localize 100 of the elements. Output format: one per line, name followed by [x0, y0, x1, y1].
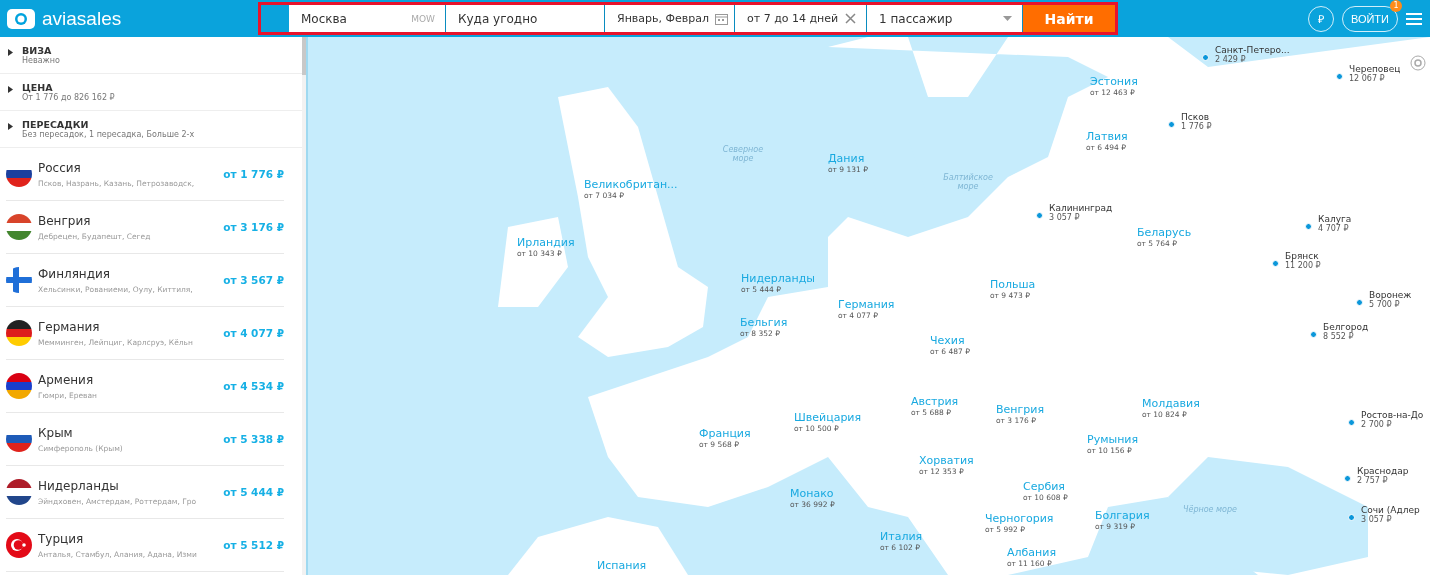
country-label[interactable]: Италия [880, 530, 923, 543]
country-label[interactable]: Черногория [985, 512, 1054, 525]
price-label: 1 776 ₽ [1181, 122, 1212, 131]
calendar-icon [715, 12, 728, 25]
city-label[interactable]: Санкт-Петеро... [1215, 45, 1290, 55]
logo-text: aviasales [42, 7, 122, 30]
price-label: 2 429 ₽ [1215, 55, 1246, 64]
country-name[interactable]: Турция [38, 531, 218, 546]
city-pin[interactable] [1310, 331, 1317, 338]
country-label[interactable]: Бельгия [740, 316, 788, 329]
flag-icon [6, 214, 32, 240]
sea-label: Северное море [721, 145, 765, 163]
locate-icon[interactable] [1410, 55, 1426, 71]
city-label[interactable]: Калуга [1318, 214, 1352, 224]
country-label[interactable]: Албания [1007, 546, 1057, 559]
country-label[interactable]: Испания [597, 559, 647, 572]
price-label: 4 707 ₽ [1318, 224, 1349, 233]
country-label[interactable]: Беларусь [1137, 226, 1192, 239]
filter-value: От 1 776 до 826 162 ₽ [22, 93, 115, 102]
close-icon[interactable] [845, 13, 856, 24]
filter-value: Неважно [22, 56, 60, 65]
menu-icon[interactable] [1406, 12, 1422, 25]
city-pin[interactable] [1336, 73, 1343, 80]
city-pin[interactable] [1168, 121, 1175, 128]
price-link[interactable]: от 5 512 ₽ [223, 539, 284, 551]
city-label[interactable]: Калининград [1049, 203, 1113, 213]
origin-field[interactable]: Москва MOW [289, 5, 446, 32]
price-link[interactable]: от 3 176 ₽ [223, 221, 284, 233]
city-pin[interactable] [1272, 260, 1279, 267]
price-link[interactable]: от 4 534 ₽ [223, 380, 284, 392]
filter-title: ЦЕНА [22, 82, 53, 93]
filter-title: ПЕРЕСАДКИ [22, 119, 90, 130]
country-label[interactable]: Латвия [1086, 130, 1128, 143]
country-label[interactable]: Хорватия [919, 454, 974, 467]
city-pin[interactable] [1305, 223, 1312, 230]
duration-field[interactable]: от 7 до 14 дней [735, 5, 867, 32]
scrollbar-thumb[interactable] [302, 37, 306, 75]
country-name[interactable]: Германия [38, 319, 218, 334]
flag-icon [6, 267, 32, 293]
city-pin[interactable] [1344, 475, 1351, 482]
country-label[interactable]: Эстония [1090, 75, 1138, 88]
search-button[interactable]: Найти [1023, 5, 1115, 32]
price-label: 2 757 ₽ [1357, 476, 1388, 485]
country-label[interactable]: Великобритан... [584, 178, 678, 191]
country-label[interactable]: Франция [699, 427, 751, 440]
country-label[interactable]: Польша [990, 278, 1036, 291]
price-label: 3 057 ₽ [1361, 515, 1392, 524]
logo-icon [6, 7, 36, 30]
city-pin[interactable] [1348, 419, 1355, 426]
passengers-dropdown[interactable]: 1 пассажир [867, 5, 1023, 32]
price-label: 3 057 ₽ [1049, 213, 1080, 222]
price-link[interactable]: от 4 077 ₽ [223, 327, 284, 339]
city-label[interactable]: Белгород [1323, 322, 1369, 332]
sea-label: Чёрное море [1182, 505, 1238, 514]
city-label[interactable]: Сочи (Адлер [1361, 505, 1420, 515]
country-label[interactable]: Румыния [1087, 433, 1139, 446]
dates-field[interactable]: Январь, Феврал [605, 5, 735, 32]
country-name[interactable]: Крым [38, 425, 218, 440]
country-label[interactable]: Болгария [1095, 509, 1150, 522]
city-pin[interactable] [1202, 54, 1209, 61]
country-name[interactable]: Армения [38, 372, 218, 387]
city-label[interactable]: Череповец [1349, 64, 1401, 74]
price-label: 8 552 ₽ [1323, 332, 1354, 341]
city-label[interactable]: Ростов-на-До [1361, 410, 1424, 420]
country-label[interactable]: Сербия [1023, 480, 1068, 493]
city-pin[interactable] [1348, 514, 1355, 521]
price-label: 2 700 ₽ [1361, 420, 1392, 429]
country-label[interactable]: Дания [828, 152, 868, 165]
country-label[interactable]: Австрия [911, 395, 959, 408]
country-label[interactable]: Нидерланды [741, 272, 816, 285]
country-label[interactable]: Ирландия [517, 236, 575, 249]
city-label[interactable]: Брянск [1285, 251, 1321, 261]
filter-value: Без пересадок, 1 пересадка, Больше 2-х [22, 130, 195, 139]
price-link[interactable]: от 5 444 ₽ [223, 486, 284, 498]
flag-icon [6, 373, 32, 399]
city-label[interactable]: Краснодар [1357, 466, 1409, 476]
price-label: 12 067 ₽ [1349, 74, 1385, 83]
price-label: 11 200 ₽ [1285, 261, 1321, 270]
city-pin[interactable] [1036, 212, 1043, 219]
flag-icon [6, 532, 32, 558]
country-name[interactable]: Финляндия [38, 266, 218, 281]
country-label[interactable]: Чехия [930, 334, 970, 347]
country-name[interactable]: Нидерланды [38, 478, 218, 493]
filter-title: ВИЗА [22, 45, 53, 56]
city-pin[interactable] [1356, 299, 1363, 306]
price-link[interactable]: от 3 567 ₽ [223, 274, 284, 286]
country-label[interactable]: Венгрия [996, 403, 1045, 416]
country-label[interactable]: Молдавия [1142, 397, 1200, 410]
country-label[interactable]: Монако [790, 487, 835, 500]
price-link[interactable]: от 5 338 ₽ [223, 433, 284, 445]
city-label[interactable]: Воронеж [1369, 290, 1412, 300]
city-label[interactable]: Псков [1181, 112, 1212, 122]
country-name[interactable]: Россия [38, 160, 218, 175]
caret-icon [1003, 16, 1012, 21]
notification-badge: 1 [1390, 0, 1402, 12]
country-label[interactable]: Германия [838, 298, 895, 311]
country-label[interactable]: Швейцария [794, 411, 862, 424]
price-link[interactable]: от 1 776 ₽ [223, 168, 284, 180]
destination-field[interactable]: Куда угодно [446, 5, 605, 32]
country-name[interactable]: Венгрия [38, 213, 218, 228]
